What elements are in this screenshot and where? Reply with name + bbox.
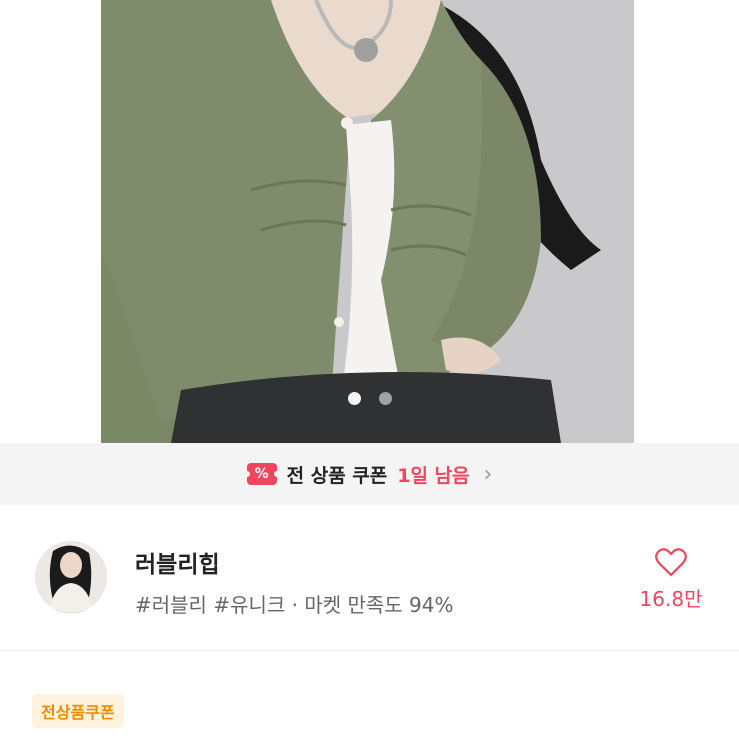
coupon-title: 전 상품 쿠폰 [286, 464, 388, 487]
carousel-dot-1[interactable] [347, 392, 361, 405]
shop-avatar-illustration [35, 541, 107, 613]
like-count: 16.8만 [639, 587, 703, 611]
product-photo[interactable] [101, 0, 634, 443]
chevron-right-icon: › [483, 461, 493, 487]
product-photo-illustration [101, 0, 634, 443]
shop-tags: #러블리 #유니크 · 마켓 만족도 94% [135, 593, 454, 617]
coupon-days-left: 1일 남음 [397, 464, 470, 487]
like-button[interactable]: 16.8만 [636, 547, 706, 612]
shop-name[interactable]: 러블리힙 [135, 545, 220, 579]
coupon-banner[interactable]: % 전 상품 쿠폰 1일 남음 › [0, 443, 739, 505]
carousel-dot-2[interactable] [378, 392, 392, 405]
shop-avatar[interactable] [35, 541, 107, 613]
coupon-icon: % [243, 463, 280, 485]
section-divider [0, 650, 739, 651]
carousel-indicator [0, 392, 739, 405]
shop-info[interactable]: 러블리힙 #러블리 #유니크 · 마켓 만족도 94% 16.8만 [0, 505, 739, 650]
all-products-coupon-badge: 전상품쿠폰 [32, 694, 124, 728]
heart-icon [655, 548, 687, 577]
product-image-carousel[interactable] [0, 0, 739, 443]
